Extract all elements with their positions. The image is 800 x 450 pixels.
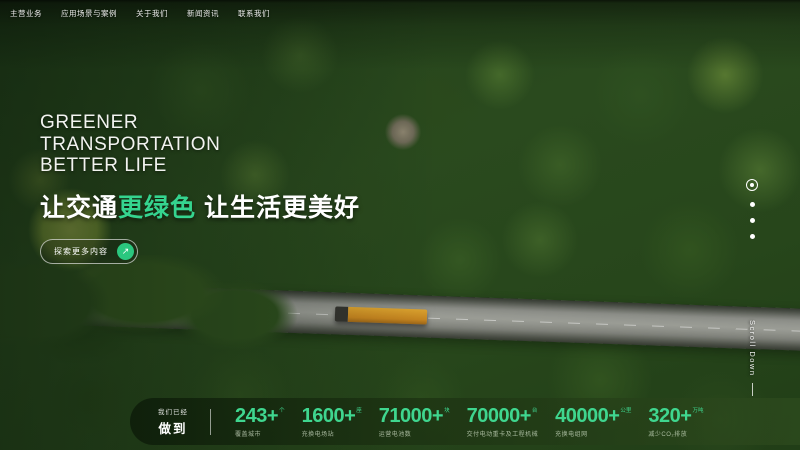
stat-operating-batteries: 71000+ 块 运营电池数 [379,405,450,438]
scroll-down-line [752,383,753,396]
hero-section: GREENER TRANSPORTATION BETTER LIFE 让交通更绿… [40,112,360,264]
stat-charging-stations: 1600+ 座 充换电场站 [302,405,362,438]
carousel-dot[interactable] [750,234,755,239]
stat-unit: 座 [356,406,362,414]
stat-label: 交付电动重卡及工程机械 [467,429,539,438]
truck-cab [335,306,349,321]
hero-cn-part1: 让交通 [40,194,118,222]
statistics-bar: 我们已经 做到 243+ 个 覆盖城市 1600+ 座 充换电场站 [130,398,800,445]
top-navigation: 主营业务 应用场景与案例 关于我们 新闻资讯 联系我们 [10,8,270,19]
stat-delivered-trucks: 70000+ 台 交付电动重卡及工程机械 [467,405,539,438]
stat-label: 减少CO₂排放 [648,429,703,438]
arrow-up-right-icon: ↗ [122,247,130,256]
nav-item-contact-us[interactable]: 联系我们 [238,8,270,19]
stat-label: 充换电场站 [302,429,362,438]
scroll-down-indicator[interactable]: Scroll Down [748,320,757,396]
stat-value: 1600+ [302,405,356,427]
stat-value: 70000+ [467,405,531,427]
explore-more-label: 探索更多内容 [54,246,108,257]
stats-intro-line1: 我们已经 [158,406,188,416]
carousel-dot[interactable] [750,218,755,223]
stat-unit: 万吨 [692,406,703,414]
hero-page: 主营业务 应用场景与案例 关于我们 新闻资讯 联系我们 GREENER TRAN… [0,0,800,450]
nav-item-about-us[interactable]: 关于我们 [136,8,168,19]
nav-item-news[interactable]: 新闻资讯 [187,8,219,19]
hero-en-line3: BETTER LIFE [40,155,360,177]
carousel-dot[interactable] [750,202,755,207]
stat-label: 充换电组网 [555,429,631,438]
stat-unit: 个 [279,406,285,414]
stat-value: 243+ [235,405,278,427]
hero-english-title: GREENER TRANSPORTATION BETTER LIFE [40,112,360,177]
hero-en-line2: TRANSPORTATION [40,134,360,156]
stat-network-km: 40000+ 公里 充换电组网 [555,405,631,438]
nav-item-main-business[interactable]: 主营业务 [10,8,42,19]
nav-item-scenarios-cases[interactable]: 应用场景与案例 [61,8,117,19]
stat-label: 覆盖城市 [235,429,285,438]
stat-value: 320+ [648,405,691,427]
hero-cn-highlight: 更绿色 [118,194,196,222]
hero-chinese-title: 让交通更绿色 让生活更美好 [40,188,360,224]
stat-unit: 块 [444,406,450,414]
stat-co2-reduction: 320+ 万吨 减少CO₂排放 [648,405,703,438]
stats-intro-line2: 做到 [158,418,188,437]
hero-en-line1: GREENER [40,112,360,134]
stat-value: 40000+ [555,405,619,427]
stats-divider [210,409,211,435]
stat-unit: 台 [532,406,538,414]
stat-covered-cities: 243+ 个 覆盖城市 [235,405,285,438]
truck-on-road [335,306,427,324]
stat-label: 运营电池数 [379,429,450,438]
stat-unit: 公里 [620,406,631,414]
scroll-down-label: Scroll Down [748,320,757,377]
tree-canopy-overlay [0,255,300,370]
stats-row: 243+ 个 覆盖城市 1600+ 座 充换电场站 71000+ 块 运营电池数 [235,405,703,438]
hero-cn-part3: 让生活更美好 [196,194,360,222]
truck-trailer [348,307,427,325]
stats-intro: 我们已经 做到 [158,406,188,437]
carousel-pagination [745,179,759,239]
stat-value: 71000+ [379,405,443,427]
explore-more-button[interactable]: 探索更多内容 ↗ [40,239,138,264]
carousel-dot-active[interactable] [746,179,758,191]
arrow-circle-icon: ↗ [117,243,134,260]
